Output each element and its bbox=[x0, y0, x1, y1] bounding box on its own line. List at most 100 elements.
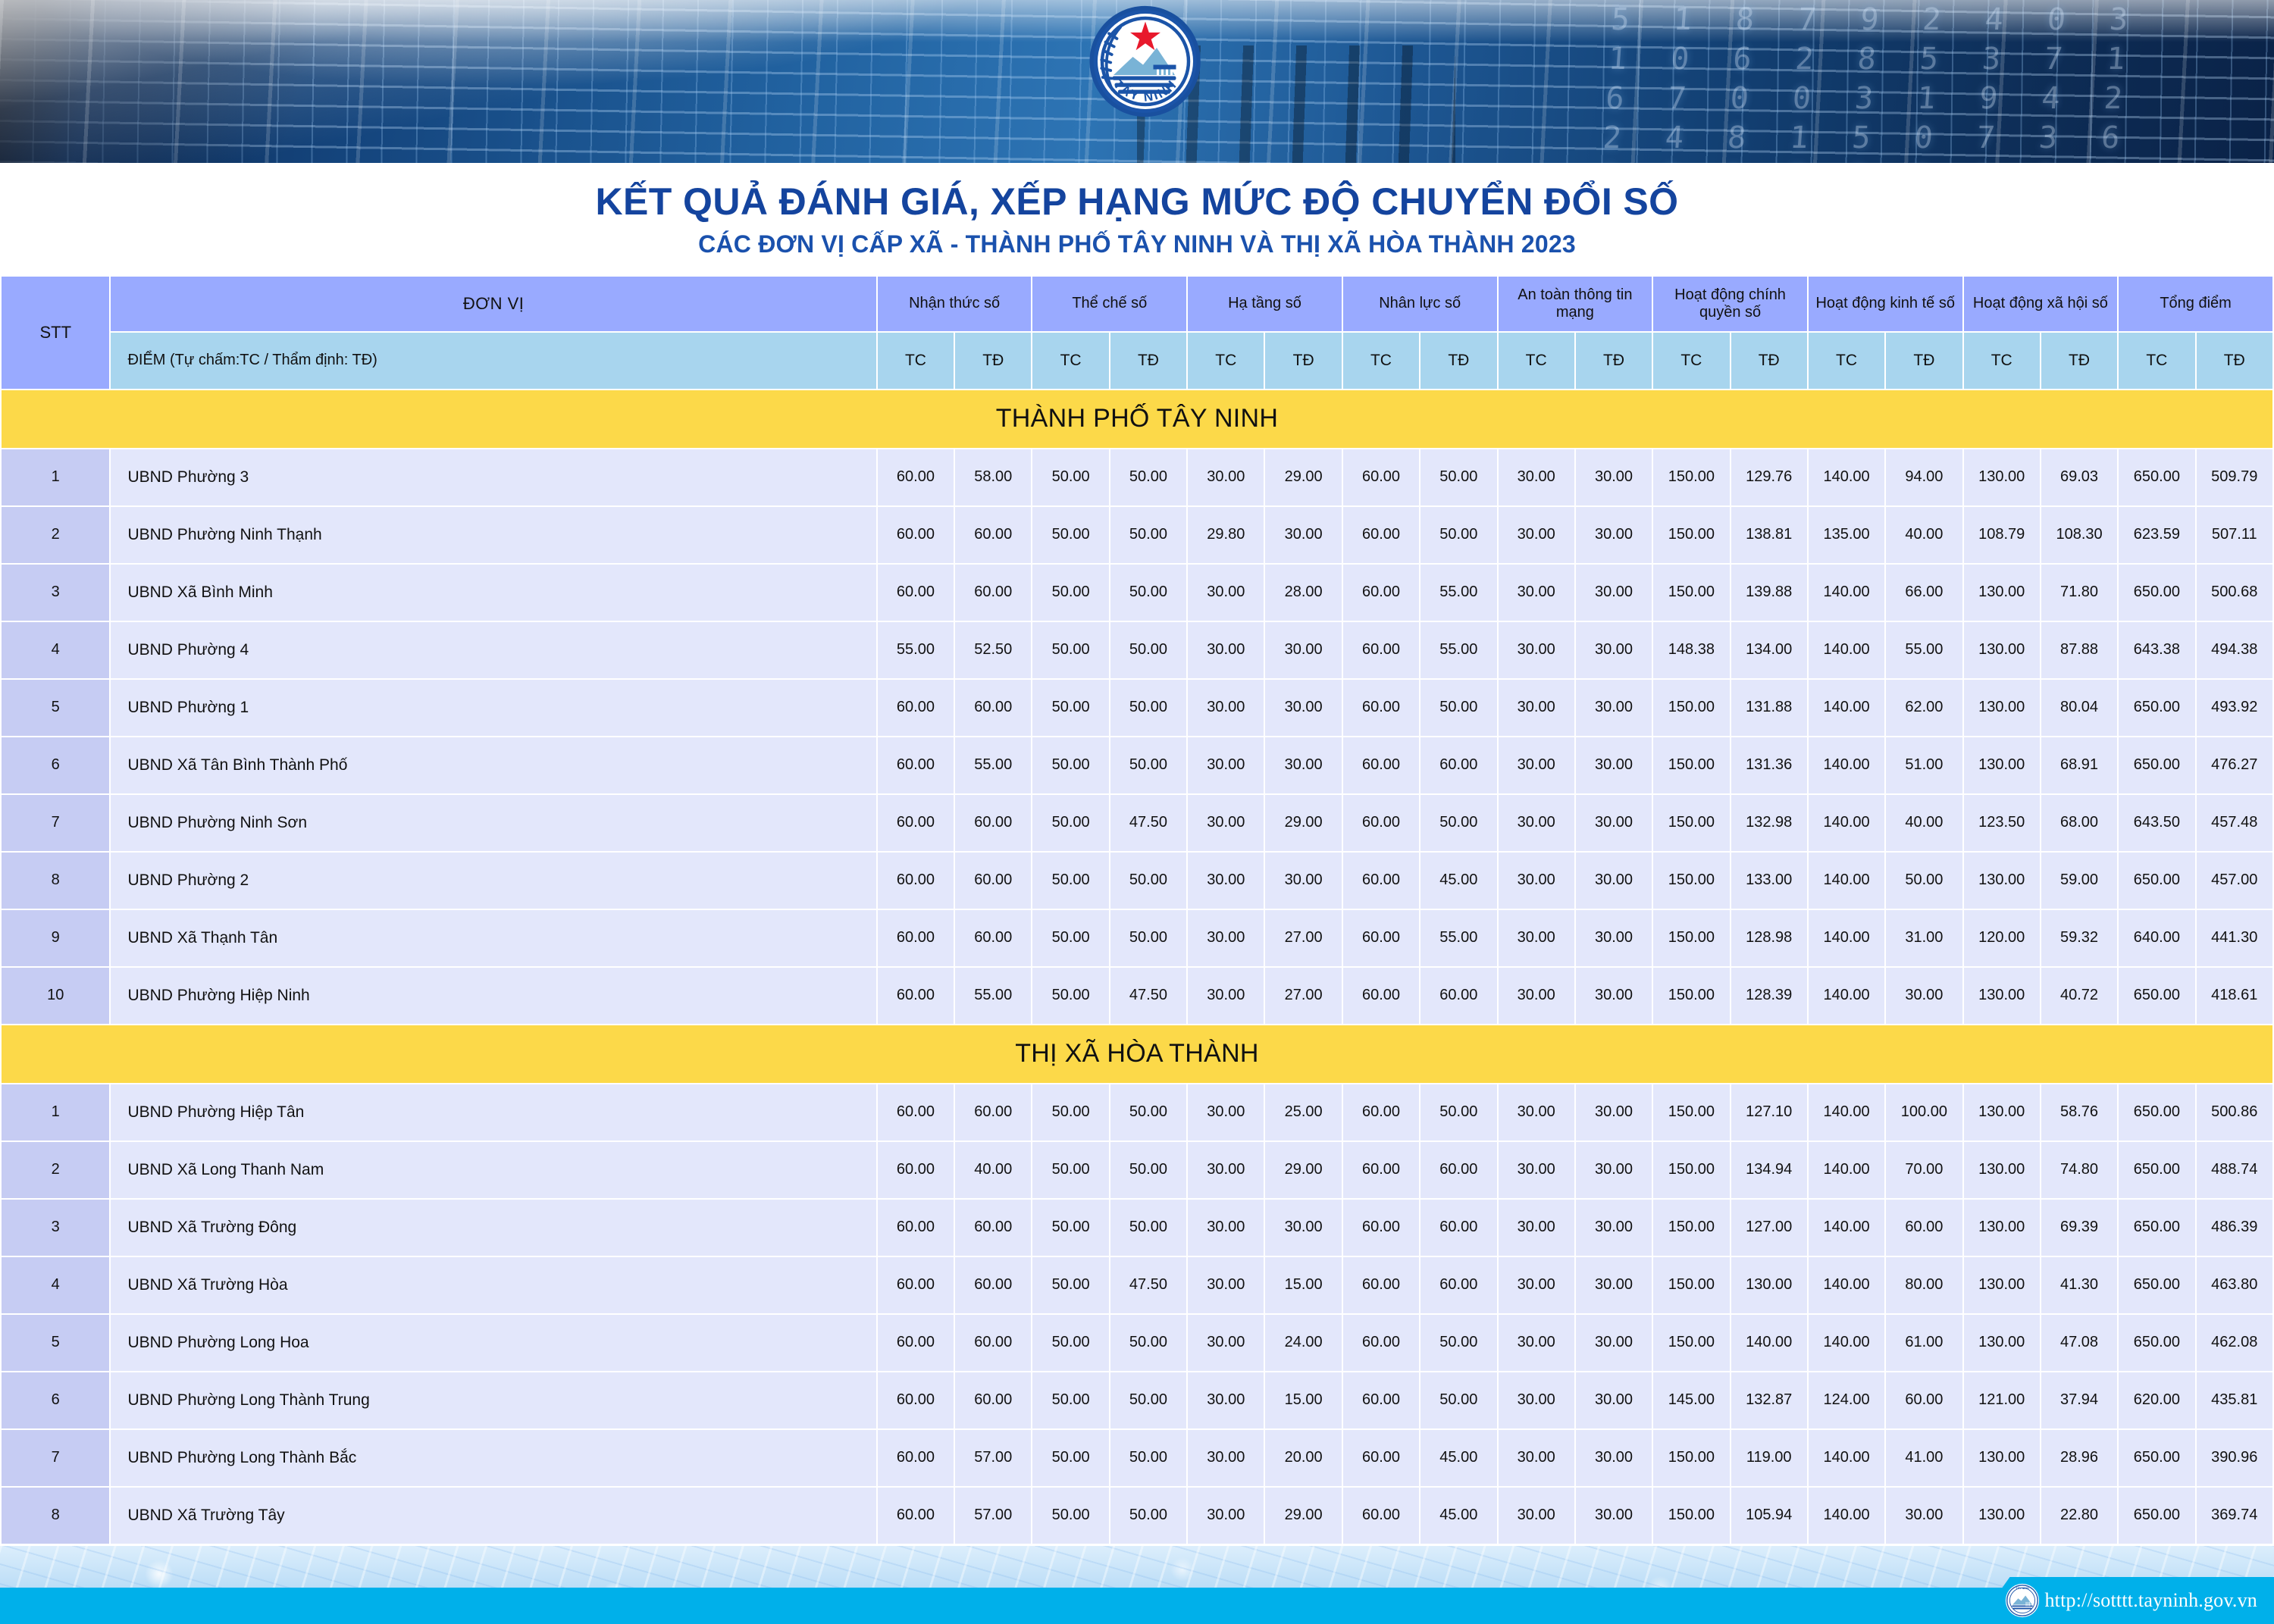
row-score-cell: 60.00 bbox=[875, 1370, 956, 1430]
row-score-cell: 650.00 bbox=[2117, 965, 2197, 1025]
col-header-td-1: TĐ bbox=[954, 330, 1033, 390]
row-unit-name: UBND Xã Long Thanh Nam bbox=[109, 1140, 878, 1200]
table-row: 2 UBND Xã Long Thanh Nam 60.00 40.00 50.00 50… bbox=[0, 1140, 2274, 1200]
row-score-cell: 30.00 bbox=[1574, 908, 1654, 968]
row-score-cell: 50.00 bbox=[1884, 850, 1964, 910]
row-score-cell: 50.00 bbox=[1108, 447, 1189, 507]
table-row: 4 UBND Xã Trường Hòa 60.00 60.00 50.00 47.50 3… bbox=[0, 1255, 2274, 1315]
row-score-cell: 30.00 bbox=[1264, 735, 1343, 795]
row-score-cell: 30.00 bbox=[1574, 1428, 1654, 1488]
col-header-tc-9: TC bbox=[2117, 330, 2197, 390]
table-header-sub-row: ĐIỂM (Tự chấm:TC / Thẩm định: TĐ) TC TĐ … bbox=[1, 330, 2274, 390]
section-band-row: THÀNH PHỐ TÂY NINH bbox=[0, 388, 2274, 449]
row-score-cell: 51.00 bbox=[1884, 735, 1964, 795]
row-score-cell: 47.50 bbox=[1108, 793, 1189, 853]
row-unit-name: UBND Phường Long Hoa bbox=[109, 1313, 878, 1372]
row-score-cell: 30.00 bbox=[1186, 1140, 1266, 1200]
table-row: 8 UBND Xã Trường Tây 60.00 57.00 50.00 50.00 3… bbox=[0, 1485, 2274, 1545]
col-header-td-8: TĐ bbox=[2039, 330, 2119, 390]
table-row: 10 UBND Phường Hiệp Ninh 60.00 55.00 50.00 47… bbox=[0, 965, 2274, 1025]
row-score-cell: 650.00 bbox=[2117, 735, 2197, 795]
row-score-cell: 40.00 bbox=[954, 1140, 1033, 1200]
row-score-cell: 30.00 bbox=[1186, 908, 1266, 968]
row-score-cell: 50.00 bbox=[1108, 1313, 1189, 1372]
row-score-cell: 60.00 bbox=[1341, 1428, 1421, 1488]
row-score-cell: 60.00 bbox=[1884, 1370, 1964, 1430]
row-score-cell: 45.00 bbox=[1419, 1485, 1499, 1545]
row-score-cell: 69.03 bbox=[2039, 447, 2119, 507]
row-score-cell: 130.00 bbox=[1962, 447, 2041, 507]
col-header-tc-1: TC bbox=[875, 330, 956, 390]
row-score-cell: 132.98 bbox=[1729, 793, 1809, 853]
row-score-cell: 123.50 bbox=[1962, 793, 2041, 853]
row-score-cell: 138.81 bbox=[1729, 505, 1809, 565]
row-score-cell: 30.00 bbox=[1496, 1082, 1576, 1142]
row-score-cell: 140.00 bbox=[1806, 677, 1887, 737]
footer-url-chip[interactable]: TÂY NINH http://sotttt.tayninh.gov.vn bbox=[1976, 1577, 2274, 1624]
row-score-cell: 25.00 bbox=[1264, 1082, 1343, 1142]
col-header-td-7: TĐ bbox=[1884, 330, 1964, 390]
col-header-td-6: TĐ bbox=[1729, 330, 1809, 390]
row-score-cell: 140.00 bbox=[1806, 1197, 1887, 1257]
row-score-cell: 457.00 bbox=[2194, 850, 2274, 910]
col-header-tc-7: TC bbox=[1806, 330, 1887, 390]
row-score-cell: 150.00 bbox=[1652, 1197, 1731, 1257]
row-score-cell: 500.68 bbox=[2194, 562, 2274, 622]
row-score-cell: 30.00 bbox=[1496, 735, 1576, 795]
col-header-group-5: An toàn thông tin mạng bbox=[1496, 274, 1654, 333]
row-score-cell: 68.00 bbox=[2039, 793, 2119, 853]
row-score-cell: 60.00 bbox=[954, 1370, 1033, 1430]
row-score-cell: 623.59 bbox=[2117, 505, 2197, 565]
row-score-cell: 22.80 bbox=[2039, 1485, 2119, 1545]
row-score-cell: 150.00 bbox=[1652, 1313, 1731, 1372]
row-unit-name: UBND Phường Hiệp Tân bbox=[109, 1082, 878, 1142]
row-score-cell: 30.00 bbox=[1574, 1313, 1654, 1372]
row-score-cell: 150.00 bbox=[1652, 447, 1731, 507]
row-score-cell: 128.39 bbox=[1729, 965, 1809, 1025]
row-score-cell: 60.00 bbox=[1341, 1255, 1421, 1315]
row-score-cell: 60.00 bbox=[875, 677, 956, 737]
row-score-cell: 30.00 bbox=[1496, 1313, 1576, 1372]
row-score-cell: 50.00 bbox=[1108, 850, 1189, 910]
row-score-cell: 140.00 bbox=[1806, 908, 1887, 968]
footer-url-text: http://sotttt.tayninh.gov.vn bbox=[2044, 1589, 2257, 1611]
col-header-tc-4: TC bbox=[1341, 330, 1421, 390]
row-score-cell: 650.00 bbox=[2117, 447, 2197, 507]
row-score-cell: 135.00 bbox=[1806, 505, 1887, 565]
row-unit-name: UBND Phường 4 bbox=[109, 620, 878, 680]
row-score-cell: 60.00 bbox=[1341, 1485, 1421, 1545]
row-score-cell: 130.00 bbox=[1962, 562, 2041, 622]
row-score-cell: 60.00 bbox=[954, 1255, 1033, 1315]
table-row: 9 UBND Xã Thạnh Tân 60.00 60.00 50.00 50.00 30… bbox=[0, 908, 2274, 968]
row-score-cell: 30.00 bbox=[1186, 850, 1266, 910]
row-score-cell: 140.00 bbox=[1806, 965, 1887, 1025]
row-score-cell: 124.00 bbox=[1806, 1370, 1887, 1430]
row-score-cell: 57.00 bbox=[954, 1485, 1033, 1545]
row-score-cell: 30.00 bbox=[1186, 793, 1266, 853]
row-score-cell: 50.00 bbox=[1031, 1082, 1110, 1142]
row-score-cell: 140.00 bbox=[1806, 562, 1887, 622]
row-score-cell: 60.00 bbox=[1341, 505, 1421, 565]
row-index: 1 bbox=[0, 447, 111, 507]
row-score-cell: 30.00 bbox=[1496, 908, 1576, 968]
row-score-cell: 30.00 bbox=[1574, 793, 1654, 853]
row-score-cell: 30.00 bbox=[1186, 1082, 1266, 1142]
row-score-cell: 131.88 bbox=[1729, 677, 1809, 737]
row-score-cell: 30.00 bbox=[1496, 793, 1576, 853]
row-score-cell: 140.00 bbox=[1806, 793, 1887, 853]
row-score-cell: 650.00 bbox=[2117, 850, 2197, 910]
section-title: THÀNH PHỐ TÂY NINH bbox=[0, 388, 2274, 449]
row-score-cell: 150.00 bbox=[1652, 505, 1731, 565]
row-score-cell: 47.50 bbox=[1108, 965, 1189, 1025]
table-row: 1 UBND Phường Hiệp Tân 60.00 60.00 50.00 50.0… bbox=[0, 1082, 2274, 1142]
table-row: 6 UBND Phường Long Thành Trung 60.00 60.00 5… bbox=[0, 1370, 2274, 1430]
row-score-cell: 29.00 bbox=[1264, 1140, 1343, 1200]
row-score-cell: 61.00 bbox=[1884, 1313, 1964, 1372]
row-score-cell: 30.00 bbox=[1186, 965, 1266, 1025]
col-header-group-2: Thể chế số bbox=[1031, 274, 1189, 333]
col-header-tc-2: TC bbox=[1031, 330, 1110, 390]
row-score-cell: 60.00 bbox=[1419, 735, 1499, 795]
row-score-cell: 643.50 bbox=[2117, 793, 2197, 853]
tay-ninh-provincial-emblem: TÂY NINH bbox=[1088, 5, 1202, 118]
row-score-cell: 30.00 bbox=[1496, 447, 1576, 507]
